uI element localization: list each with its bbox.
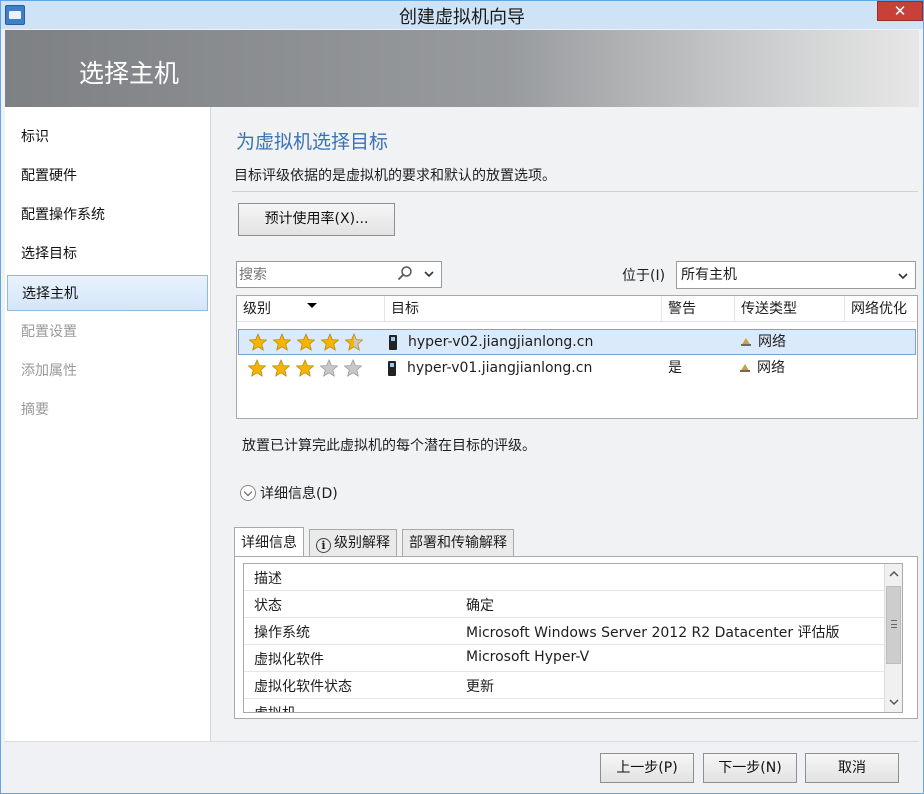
tab-rating-explanation[interactable]: i 级别解释 <box>309 529 397 557</box>
column-header-label: 级别 <box>243 301 271 317</box>
detail-row: 虚拟机 <box>244 699 888 712</box>
detail-value: 确定 <box>466 598 494 614</box>
sort-descending-icon <box>307 303 317 308</box>
next-button[interactable]: 下一步(N) <box>703 753 797 783</box>
nav-item-identity[interactable]: 标识 <box>7 119 208 155</box>
wizard-steps-nav: 标识 配置硬件 配置操作系统 选择目标 选择主机 配置设置 添加属性 摘要 <box>5 107 211 741</box>
rating-stars <box>249 333 369 351</box>
detail-key: 描述 <box>254 571 282 587</box>
detail-row: 虚拟化软件状态 更新 <box>244 672 888 699</box>
column-header-rating[interactable]: 级别 <box>237 296 385 322</box>
chevron-down-icon <box>898 273 908 280</box>
star-half-icon <box>345 333 363 351</box>
detail-key: 虚拟机 <box>254 703 296 712</box>
chevron-down-icon[interactable] <box>423 268 435 280</box>
location-select-value: 所有主机 <box>681 267 737 283</box>
tab-label: 级别解释 <box>334 535 390 551</box>
star-filled-icon <box>272 359 290 377</box>
rating-stars <box>248 359 368 377</box>
cancel-button[interactable]: 取消 <box>805 753 899 783</box>
cell-target: hyper-v02.jiangjianlong.cn <box>408 334 594 350</box>
star-filled-icon <box>248 359 266 377</box>
previous-button[interactable]: 上一步(P) <box>600 753 694 783</box>
tab-details[interactable]: 详细信息 <box>234 527 304 557</box>
detail-value: 更新 <box>466 679 494 695</box>
column-header-warning[interactable]: 警告 <box>662 296 735 322</box>
detail-key: 操作系统 <box>254 625 310 641</box>
section-title: 为虚拟机选择目标 <box>236 131 389 153</box>
search-input[interactable] <box>237 262 387 287</box>
nav-item-select-host[interactable]: 选择主机 <box>7 275 208 311</box>
detail-row: 状态 确定 <box>244 591 888 618</box>
scroll-up-icon[interactable] <box>887 567 901 581</box>
title-bar: 创建虚拟机向导 ✕ <box>1 1 923 29</box>
location-label: 位于(I) <box>622 268 666 284</box>
star-filled-icon <box>249 333 267 351</box>
cell-warning: 是 <box>668 360 682 376</box>
table-header: 级别 目标 警告 传送类型 网络优化 <box>237 296 917 322</box>
column-header-transfer-type[interactable]: 传送类型 <box>735 296 845 322</box>
scroll-thumb[interactable] <box>886 586 901 664</box>
star-filled-icon <box>297 333 315 351</box>
table-row[interactable]: hyper-v01.jiangjianlong.cn 是 网络 <box>238 356 916 382</box>
star-empty-icon <box>320 359 338 377</box>
window-title: 创建虚拟机向导 <box>399 7 525 28</box>
cell-target: hyper-v01.jiangjianlong.cn <box>407 360 593 376</box>
close-button[interactable]: ✕ <box>877 1 923 21</box>
host-icon <box>389 335 397 350</box>
column-header-target[interactable]: 目标 <box>385 296 662 322</box>
footer-bar: 上一步(P) 下一步(N) 取消 <box>5 741 919 791</box>
host-rating-table: 级别 目标 警告 传送类型 网络优化 hyper-v02.jiangjianlo… <box>236 295 918 419</box>
detail-row: 虚拟化软件 Microsoft Hyper-V <box>244 645 888 672</box>
detail-value: Microsoft Hyper-V <box>466 649 590 665</box>
nav-item-configure-settings: 配置设置 <box>21 324 77 340</box>
star-filled-icon <box>273 333 291 351</box>
host-icon <box>388 361 396 376</box>
placement-status-text: 放置已计算完此虚拟机的每个潜在目标的评级。 <box>242 438 536 454</box>
details-scrollbar[interactable] <box>884 564 902 712</box>
location-select[interactable]: 所有主机 <box>676 261 916 289</box>
detail-row: 操作系统 Microsoft Windows Server 2012 R2 Da… <box>244 618 888 645</box>
detail-key: 虚拟化软件 <box>254 652 324 668</box>
tab-deployment-transfer-explanation[interactable]: 部署和传输解释 <box>402 529 514 557</box>
search-box <box>236 261 442 288</box>
details-list: 描述 状态 确定 操作系统 Microsoft Windows Server 2… <box>243 563 903 713</box>
nav-item-summary: 摘要 <box>21 402 49 418</box>
detail-row: 描述 <box>244 564 888 591</box>
main-content: 为虚拟机选择目标 目标评级依据的是虚拟机的要求和默认的放置选项。 预计使用率(X… <box>212 107 919 741</box>
wizard-window: 创建虚拟机向导 ✕ 选择主机 标识 配置硬件 配置操作系统 选择目标 选择主机 … <box>0 0 924 794</box>
grip-icon <box>891 620 897 628</box>
detail-key: 状态 <box>254 598 282 614</box>
star-empty-icon <box>344 359 362 377</box>
detail-key: 虚拟化软件状态 <box>254 679 352 695</box>
network-icon <box>740 364 750 372</box>
section-description: 目标评级依据的是虚拟机的要求和默认的放置选项。 <box>234 168 556 184</box>
scroll-down-icon[interactable] <box>887 695 901 709</box>
column-header-network-optimization[interactable]: 网络优化 <box>845 296 917 322</box>
header-band: 选择主机 <box>5 30 919 107</box>
section-divider <box>232 191 918 192</box>
nav-item-select-destination[interactable]: 选择目标 <box>7 236 208 272</box>
detail-value: Microsoft Windows Server 2012 R2 Datacen… <box>466 625 840 641</box>
nav-item-configure-os[interactable]: 配置操作系统 <box>7 197 208 233</box>
info-icon: i <box>316 538 331 553</box>
details-toggle-label: 详细信息(D) <box>260 486 338 502</box>
details-panel: 描述 状态 确定 操作系统 Microsoft Windows Server 2… <box>234 556 918 719</box>
page-title: 选择主机 <box>79 59 180 88</box>
star-filled-icon <box>321 333 339 351</box>
table-row[interactable]: hyper-v02.jiangjianlong.cn 网络 <box>238 329 916 355</box>
nav-item-configure-hardware[interactable]: 配置硬件 <box>7 158 208 194</box>
cell-transfer-type: 网络 <box>757 360 785 376</box>
search-icon[interactable] <box>397 265 413 281</box>
nav-item-add-properties: 添加属性 <box>21 363 77 379</box>
cell-transfer-type: 网络 <box>758 334 786 350</box>
estimate-usage-button[interactable]: 预计使用率(X)... <box>238 203 395 236</box>
expand-chevron-icon <box>240 485 256 501</box>
network-icon <box>741 338 751 346</box>
star-filled-icon <box>296 359 314 377</box>
